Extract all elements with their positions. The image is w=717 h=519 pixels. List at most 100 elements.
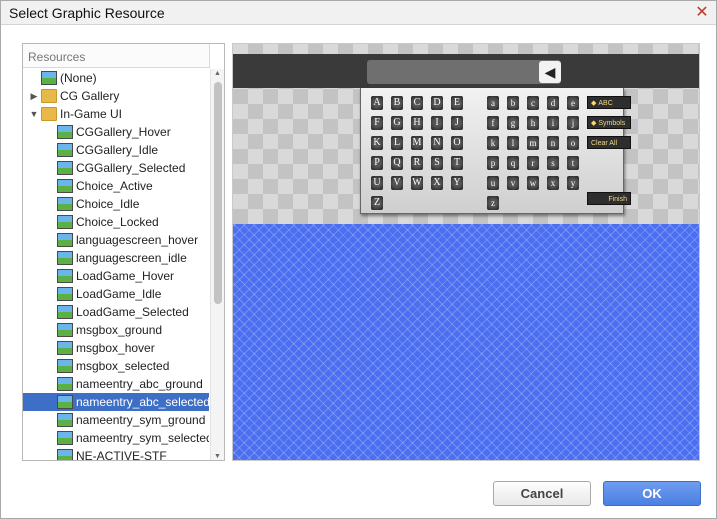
image-icon: [57, 431, 73, 445]
backspace-icon: ◀: [539, 61, 561, 83]
tree-scrollbar[interactable]: ▲ ▼: [210, 69, 224, 460]
tree-item[interactable]: LoadGame_Selected: [23, 303, 209, 321]
image-icon: [57, 377, 73, 391]
tree-item[interactable]: Choice_Locked: [23, 213, 209, 231]
tree-item[interactable]: CGGallery_Selected: [23, 159, 209, 177]
tree-item[interactable]: Choice_Idle: [23, 195, 209, 213]
collapsed-arrow-icon[interactable]: ▶: [29, 87, 39, 105]
folder-icon: [41, 107, 57, 121]
tree-folder[interactable]: ▶ CG Gallery: [23, 87, 209, 105]
tree-item-label: CGGallery_Selected: [76, 161, 186, 175]
tree-item[interactable]: nameentry_sym_ground: [23, 411, 209, 429]
ok-button[interactable]: OK: [603, 481, 701, 506]
tree-item[interactable]: nameentry_sym_selected: [23, 429, 209, 447]
arrow-icon: ◆: [591, 100, 597, 107]
expanded-arrow-icon[interactable]: ▼: [29, 105, 39, 123]
preview-key: q: [507, 156, 519, 170]
tree-item[interactable]: (None): [23, 69, 209, 87]
tree-item-label: (None): [60, 71, 97, 85]
resource-preview: ◀ ABCDEFGHIJKLMNOPQRSTUVWXYZabcdefghijkl…: [232, 43, 700, 461]
preview-key: P: [371, 156, 383, 170]
preview-key: F: [371, 116, 383, 130]
preview-key: M: [411, 136, 423, 150]
close-icon[interactable]: ✕: [692, 3, 712, 23]
tree-item[interactable]: CGGallery_Idle: [23, 141, 209, 159]
preview-key: x: [547, 176, 559, 190]
image-icon: [57, 323, 73, 337]
image-icon: [57, 449, 73, 460]
image-icon: [57, 161, 73, 175]
header-separator: [209, 44, 210, 68]
tree-item-label: NE-ACTIVE-STF: [76, 449, 167, 461]
preview-key: R: [411, 156, 423, 170]
image-icon: [57, 395, 73, 409]
tree-item[interactable]: Choice_Active: [23, 177, 209, 195]
tree-item-label: In-Game UI: [60, 107, 123, 121]
preview-key: v: [507, 176, 519, 190]
preview-key: W: [411, 176, 423, 190]
preview-key: I: [431, 116, 443, 130]
tree-item[interactable]: nameentry_abc_ground: [23, 375, 209, 393]
tree-item[interactable]: CGGallery_Hover: [23, 123, 209, 141]
preview-key: U: [371, 176, 383, 190]
preview-key: w: [527, 176, 539, 190]
tree-item[interactable]: LoadGame_Idle: [23, 285, 209, 303]
tree-item[interactable]: languagescreen_idle: [23, 249, 209, 267]
tree-item-label: Choice_Locked: [76, 215, 159, 229]
preview-key: d: [547, 96, 559, 110]
scroll-down-icon[interactable]: ▼: [214, 453, 221, 460]
tree-folder[interactable]: ▼ In-Game UI: [23, 105, 209, 123]
tree-item-label: LoadGame_Idle: [76, 287, 162, 301]
preview-func-button: ◆ Symbols: [587, 116, 631, 129]
preview-key: O: [451, 136, 463, 150]
preview-key: a: [487, 96, 499, 110]
preview-key: S: [431, 156, 443, 170]
preview-key: G: [391, 116, 403, 130]
image-icon: [57, 305, 73, 319]
preview-key: V: [391, 176, 403, 190]
tree-item-label: languagescreen_idle: [76, 251, 187, 265]
image-icon: [41, 71, 57, 85]
preview-key: C: [411, 96, 423, 110]
title-bar: Select Graphic Resource ✕: [1, 1, 716, 25]
tree-item-label: Choice_Active: [76, 179, 153, 193]
preview-key: X: [431, 176, 443, 190]
preview-key: y: [567, 176, 579, 190]
folder-icon: [41, 89, 57, 103]
scroll-thumb[interactable]: [214, 82, 222, 304]
preview-key: p: [487, 156, 499, 170]
tree-item-label: nameentry_abc_ground: [76, 377, 203, 391]
scroll-up-icon[interactable]: ▲: [214, 70, 221, 77]
tree-item-label: nameentry_sym_ground: [76, 413, 206, 427]
resource-tree[interactable]: (None) ▶ CG Gallery ▼ In-Game UI CGGallery_Ho…: [23, 69, 209, 461]
tree-item[interactable]: nameentry_abc_selected: [23, 393, 209, 411]
tree-item[interactable]: languagescreen_hover: [23, 231, 209, 249]
preview-key: e: [567, 96, 579, 110]
preview-key: J: [451, 116, 463, 130]
tree-item[interactable]: msgbox_selected: [23, 357, 209, 375]
image-icon: [57, 215, 73, 229]
preview-key: m: [527, 136, 539, 150]
tree-item[interactable]: msgbox_ground: [23, 321, 209, 339]
tree-item-label: nameentry_sym_selected: [76, 431, 209, 445]
preview-func-label: Symbols: [598, 120, 626, 127]
cancel-button[interactable]: Cancel: [493, 481, 591, 506]
image-icon: [57, 251, 73, 265]
tree-item-label: LoadGame_Hover: [76, 269, 175, 283]
preview-key: s: [547, 156, 559, 170]
preview-key: t: [567, 156, 579, 170]
tree-item-label: msgbox_selected: [76, 359, 170, 373]
image-icon: [57, 413, 73, 427]
image-icon: [57, 269, 73, 283]
preview-key: o: [567, 136, 579, 150]
image-icon: [57, 179, 73, 193]
preview-key: B: [391, 96, 403, 110]
preview-name-field: [367, 60, 561, 84]
image-icon: [57, 287, 73, 301]
preview-key: H: [411, 116, 423, 130]
tree-item[interactable]: msgbox_hover: [23, 339, 209, 357]
preview-key: N: [431, 136, 443, 150]
tree-item[interactable]: LoadGame_Hover: [23, 267, 209, 285]
tree-item[interactable]: NE-ACTIVE-STF: [23, 447, 209, 461]
tree-item-label: Choice_Idle: [76, 197, 140, 211]
